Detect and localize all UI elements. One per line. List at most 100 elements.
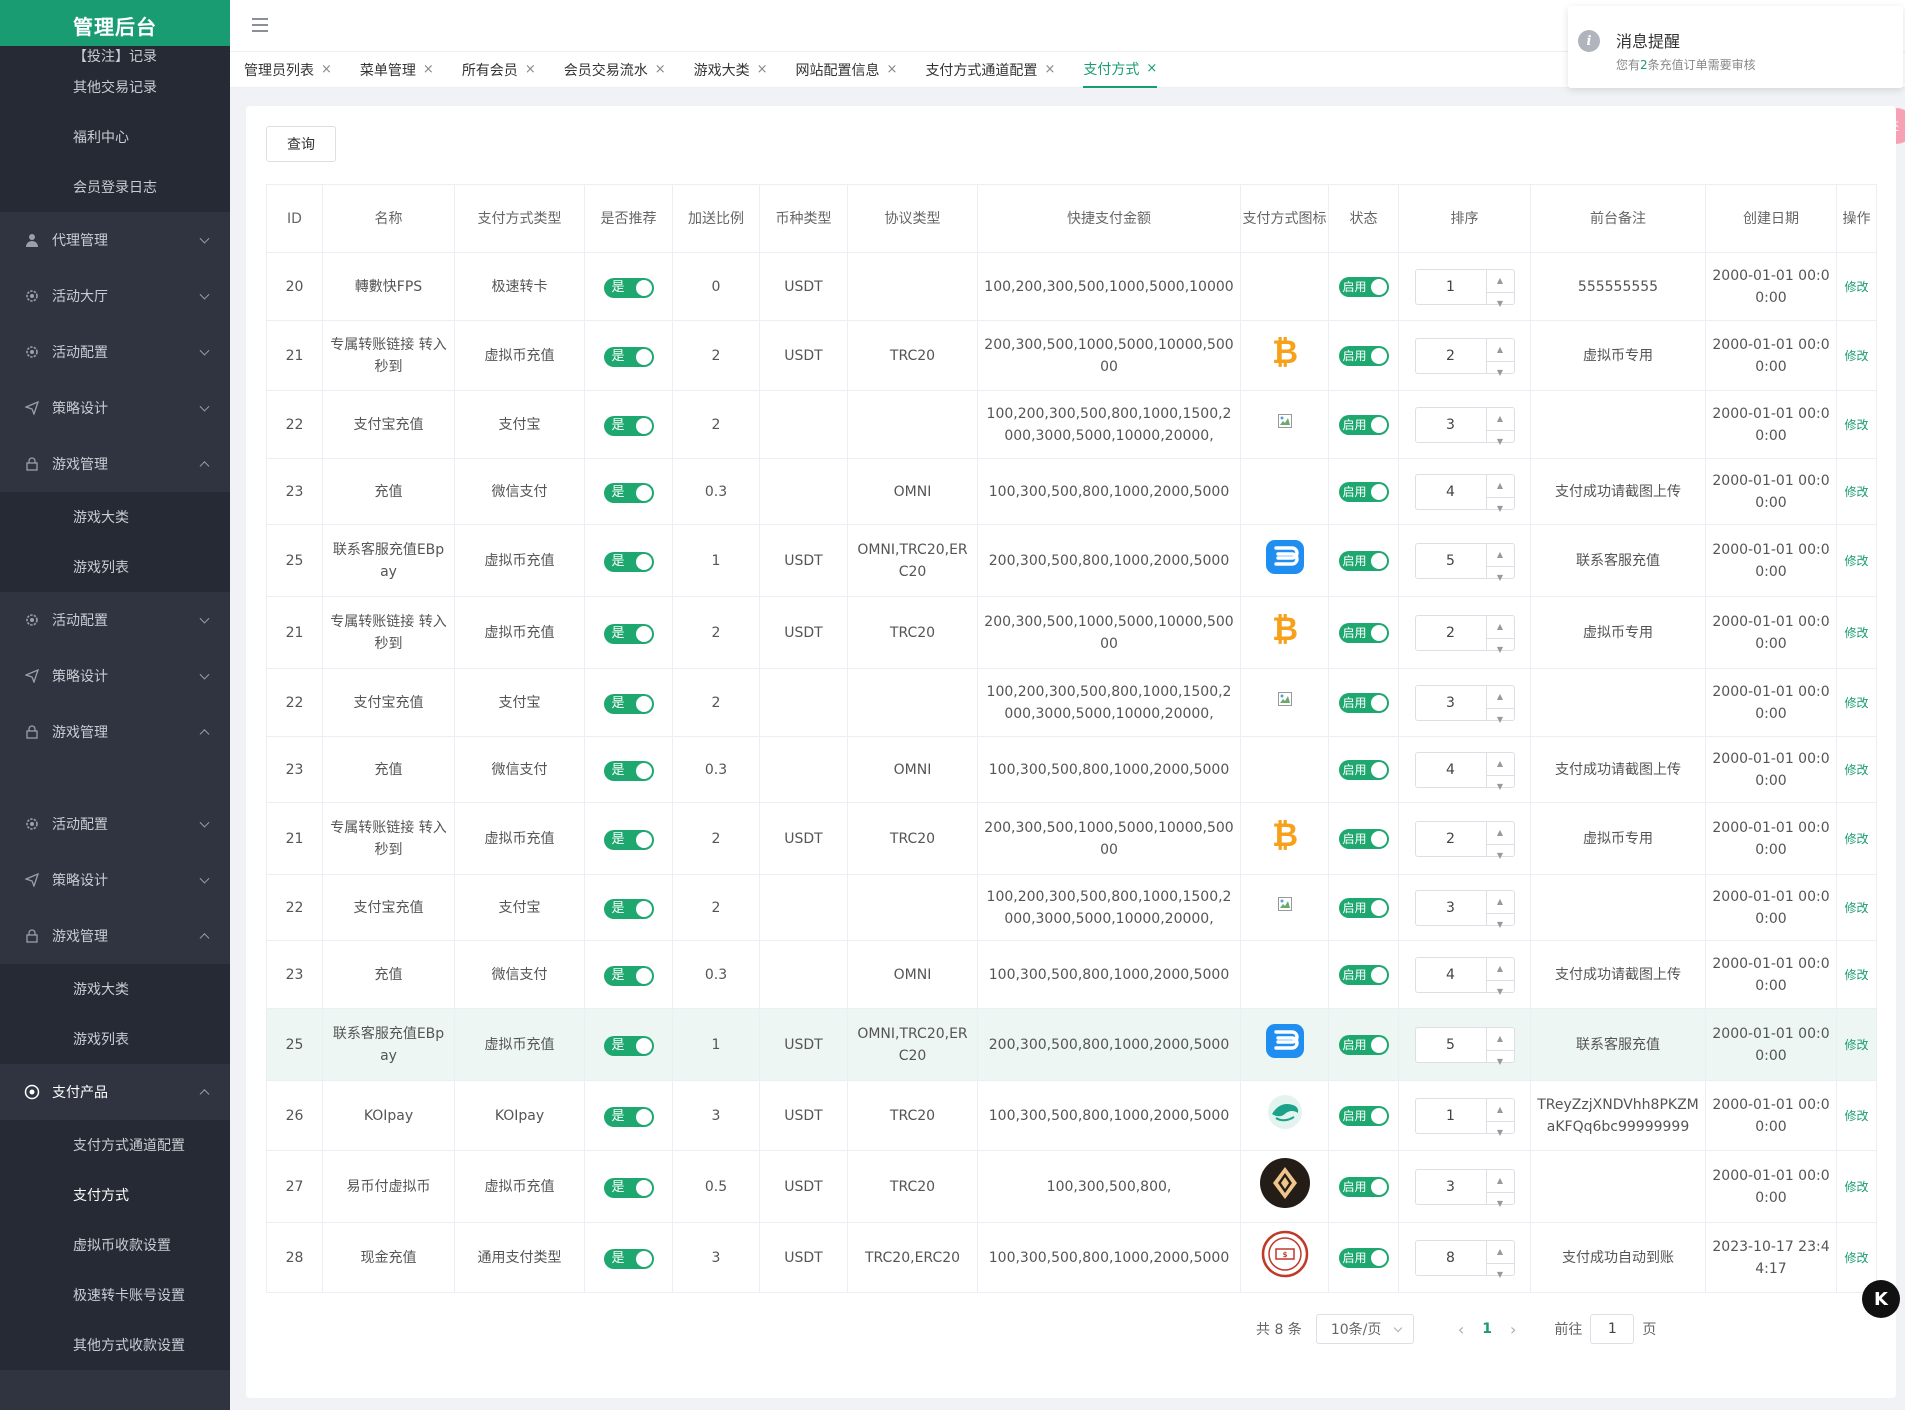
- sidebar-subitem[interactable]: 支付方式: [0, 1170, 230, 1220]
- decrement-icon[interactable]: ▼: [1487, 1122, 1514, 1144]
- sidebar-subitem[interactable]: 游戏大类: [0, 964, 230, 1014]
- increment-icon[interactable]: ▲: [1486, 1099, 1514, 1122]
- status-toggle[interactable]: 启用: [1338, 1176, 1389, 1197]
- sidebar-group[interactable]: 游戏管理: [0, 908, 230, 964]
- increment-icon[interactable]: ▲: [1486, 544, 1514, 567]
- decrement-icon[interactable]: ▼: [1487, 1051, 1514, 1073]
- decrement-icon[interactable]: ▼: [1487, 293, 1514, 315]
- sidebar-group[interactable]: 活动配置: [0, 592, 230, 648]
- edit-link[interactable]: 修改: [1844, 696, 1868, 710]
- sidebar-subitem[interactable]: 【投注】记录: [0, 46, 230, 65]
- decrement-icon[interactable]: ▼: [1487, 981, 1514, 1003]
- increment-icon[interactable]: ▲: [1486, 270, 1514, 293]
- status-toggle[interactable]: 启用: [1338, 1247, 1389, 1268]
- decrement-icon[interactable]: ▼: [1487, 776, 1514, 798]
- increment-icon[interactable]: ▲: [1486, 1028, 1514, 1051]
- recommend-toggle[interactable]: 是: [603, 760, 654, 781]
- edit-link[interactable]: 修改: [1844, 349, 1868, 363]
- edit-link[interactable]: 修改: [1844, 968, 1868, 982]
- sort-stepper[interactable]: 3 ▲ ▼: [1414, 1168, 1515, 1208]
- recommend-toggle[interactable]: 是: [603, 965, 654, 986]
- recommend-toggle[interactable]: 是: [603, 898, 654, 919]
- tab-item[interactable]: 游戏大类 ×: [694, 52, 768, 88]
- tab-item[interactable]: 支付方式 ×: [1083, 52, 1158, 88]
- current-page[interactable]: 1: [1482, 1321, 1492, 1337]
- status-toggle[interactable]: 启用: [1338, 964, 1389, 985]
- sidebar-subitem[interactable]: 福利中心: [0, 112, 230, 162]
- increment-icon[interactable]: ▲: [1486, 408, 1514, 431]
- increment-icon[interactable]: ▲: [1486, 822, 1514, 845]
- tab-item[interactable]: 网站配置信息 ×: [796, 52, 898, 88]
- next-page-icon[interactable]: ›: [1510, 1320, 1516, 1339]
- sort-stepper[interactable]: 4 ▲ ▼: [1414, 751, 1515, 791]
- decrement-icon[interactable]: ▼: [1487, 1264, 1514, 1286]
- sidebar-subitem[interactable]: 会员登录日志: [0, 162, 230, 212]
- query-button[interactable]: 查询: [266, 126, 336, 162]
- decrement-icon[interactable]: ▼: [1487, 431, 1514, 453]
- page-jump-input[interactable]: 1: [1590, 1314, 1635, 1344]
- edit-link[interactable]: 修改: [1844, 1038, 1868, 1052]
- status-toggle[interactable]: 启用: [1338, 897, 1389, 918]
- edit-link[interactable]: 修改: [1844, 901, 1868, 915]
- sort-stepper[interactable]: 2 ▲ ▼: [1414, 820, 1515, 860]
- increment-icon[interactable]: ▲: [1486, 339, 1514, 362]
- sort-stepper[interactable]: 2 ▲ ▼: [1414, 337, 1515, 377]
- sidebar-group[interactable]: 代理管理: [0, 212, 230, 268]
- sidebar-group[interactable]: 游戏管理: [0, 436, 230, 492]
- edit-link[interactable]: 修改: [1844, 418, 1868, 432]
- tab-item[interactable]: 支付方式通道配置 ×: [925, 52, 1055, 88]
- sort-stepper[interactable]: 4 ▲ ▼: [1414, 956, 1515, 996]
- recommend-toggle[interactable]: 是: [603, 415, 654, 436]
- close-icon[interactable]: ×: [1146, 61, 1157, 76]
- prev-page-icon[interactable]: ‹: [1458, 1320, 1464, 1339]
- corner-badge-icon[interactable]: K: [1862, 1280, 1900, 1318]
- status-toggle[interactable]: 启用: [1338, 481, 1389, 502]
- sort-stepper[interactable]: 3 ▲ ▼: [1414, 406, 1515, 446]
- close-icon[interactable]: ×: [321, 62, 332, 77]
- status-toggle[interactable]: 启用: [1338, 622, 1389, 643]
- recommend-toggle[interactable]: 是: [603, 693, 654, 714]
- sidebar-subitem[interactable]: 游戏大类: [0, 492, 230, 542]
- sidebar-subitem[interactable]: 支付方式通道配置: [0, 1120, 230, 1170]
- tab-item[interactable]: 菜单管理 ×: [360, 52, 434, 88]
- sidebar-group[interactable]: 策略设计: [0, 852, 230, 908]
- sort-stepper[interactable]: 3 ▲ ▼: [1414, 889, 1515, 929]
- recommend-toggle[interactable]: 是: [603, 346, 654, 367]
- recommend-toggle[interactable]: 是: [603, 1106, 654, 1127]
- sidebar-subitem[interactable]: 游戏列表: [0, 1014, 230, 1064]
- increment-icon[interactable]: ▲: [1486, 958, 1514, 981]
- sort-stepper[interactable]: 5 ▲ ▼: [1414, 1026, 1515, 1066]
- sidebar-group[interactable]: 策略设计: [0, 648, 230, 704]
- tab-item[interactable]: 管理员列表 ×: [244, 52, 332, 88]
- decrement-icon[interactable]: ▼: [1487, 845, 1514, 867]
- sidebar-group[interactable]: 活动配置: [0, 796, 230, 852]
- decrement-icon[interactable]: ▼: [1487, 362, 1514, 384]
- sort-stepper[interactable]: 5 ▲ ▼: [1414, 542, 1515, 582]
- sort-stepper[interactable]: 3 ▲ ▼: [1414, 684, 1515, 724]
- sidebar-group[interactable]: 活动配置: [0, 324, 230, 380]
- status-toggle[interactable]: 启用: [1338, 414, 1389, 435]
- decrement-icon[interactable]: ▼: [1487, 567, 1514, 589]
- increment-icon[interactable]: ▲: [1486, 1170, 1514, 1193]
- edit-link[interactable]: 修改: [1844, 1109, 1868, 1123]
- sort-stepper[interactable]: 8 ▲ ▼: [1414, 1239, 1515, 1279]
- decrement-icon[interactable]: ▼: [1487, 709, 1514, 731]
- sidebar-group[interactable]: 游戏管理: [0, 704, 230, 760]
- status-toggle[interactable]: 启用: [1338, 1034, 1389, 1055]
- increment-icon[interactable]: ▲: [1486, 616, 1514, 639]
- increment-icon[interactable]: ▲: [1486, 475, 1514, 498]
- edit-link[interactable]: 修改: [1844, 1180, 1868, 1194]
- sidebar-subitem[interactable]: 虚拟币收款设置: [0, 1220, 230, 1270]
- status-toggle[interactable]: 启用: [1338, 276, 1389, 297]
- sidebar-subitem[interactable]: 其他方式收款设置: [0, 1320, 230, 1370]
- sort-stepper[interactable]: 1 ▲ ▼: [1414, 268, 1515, 308]
- edit-link[interactable]: 修改: [1844, 1251, 1868, 1265]
- sort-stepper[interactable]: 2 ▲ ▼: [1414, 614, 1515, 654]
- edit-link[interactable]: 修改: [1844, 832, 1868, 846]
- increment-icon[interactable]: ▲: [1486, 891, 1514, 914]
- sidebar-group[interactable]: 策略设计: [0, 380, 230, 436]
- sidebar-subitem[interactable]: 其他交易记录: [0, 62, 230, 112]
- close-icon[interactable]: ×: [423, 62, 434, 77]
- decrement-icon[interactable]: ▼: [1487, 498, 1514, 520]
- recommend-toggle[interactable]: 是: [603, 1248, 654, 1269]
